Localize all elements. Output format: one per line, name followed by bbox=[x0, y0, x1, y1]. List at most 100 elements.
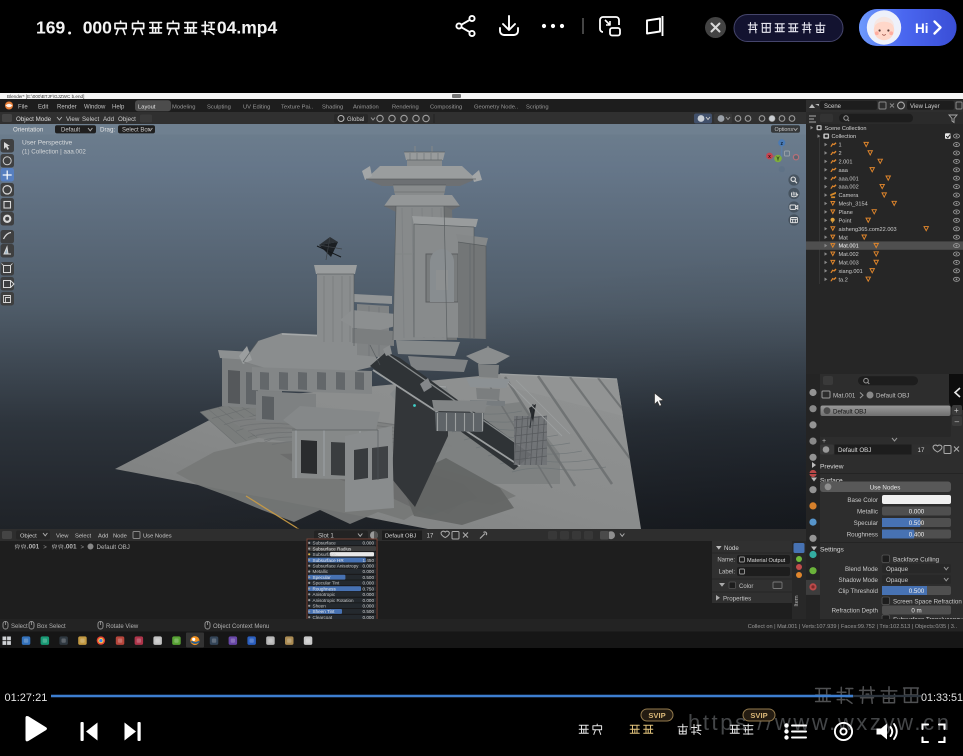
svg-text:01:27:21: 01:27:21 bbox=[5, 692, 48, 704]
svg-text:0.000: 0.000 bbox=[363, 598, 375, 603]
svg-text:0.000: 0.000 bbox=[909, 508, 925, 515]
svg-text:Node: Node bbox=[724, 545, 739, 552]
svg-text:Default OBJ: Default OBJ bbox=[97, 544, 130, 551]
svg-text:>: > bbox=[43, 545, 47, 551]
svg-text:Plane: Plane bbox=[839, 210, 853, 216]
svg-text:Color: Color bbox=[739, 584, 753, 590]
svg-text:Sheen Tint: Sheen Tint bbox=[313, 609, 336, 614]
svg-text:Specular Tint: Specular Tint bbox=[313, 581, 341, 586]
svg-text:Hi: Hi bbox=[915, 21, 929, 36]
svg-text:Drag:: Drag: bbox=[100, 127, 115, 134]
svg-text:View: View bbox=[56, 534, 69, 540]
svg-text:View Layer: View Layer bbox=[910, 104, 940, 110]
svg-text:Opaque: Opaque bbox=[886, 577, 909, 584]
svg-text:View: View bbox=[66, 116, 80, 123]
svg-text:Compositing: Compositing bbox=[430, 104, 462, 110]
svg-text:Mat.002: Mat.002 bbox=[839, 252, 859, 258]
svg-text:Box Select: Box Select bbox=[37, 624, 66, 630]
svg-text:Modeling: Modeling bbox=[172, 104, 196, 110]
svg-text:Opaque: Opaque bbox=[886, 566, 909, 573]
svg-text:Shading: Shading bbox=[322, 104, 343, 110]
svg-text:000: 000 bbox=[83, 17, 112, 37]
svg-text:Refraction Depth: Refraction Depth bbox=[832, 607, 879, 614]
svg-text:Scene Collection: Scene Collection bbox=[825, 126, 867, 132]
svg-text:Select: Select bbox=[75, 534, 92, 540]
svg-text:Rotate View: Rotate View bbox=[106, 624, 139, 630]
svg-text:Mat.001: Mat.001 bbox=[839, 244, 859, 250]
svg-text:Point: Point bbox=[839, 218, 852, 224]
svg-text:Blender* [E:\000\BTJF\GJZWC b.: Blender* [E:\000\BTJF\GJZWC b.end] bbox=[7, 94, 84, 99]
svg-text:Sheen: Sheen bbox=[313, 604, 327, 609]
svg-text:Subsurface HR: Subsurface HR bbox=[313, 558, 345, 563]
svg-text:Window: Window bbox=[84, 104, 106, 110]
svg-text:>: > bbox=[81, 545, 85, 551]
svg-text:Mesh_3154: Mesh_3154 bbox=[839, 202, 868, 208]
svg-text:0.400: 0.400 bbox=[909, 531, 925, 538]
svg-text:Settings: Settings bbox=[820, 547, 845, 554]
svg-text:Mat.003: Mat.003 bbox=[839, 261, 859, 267]
svg-text:Subsurface Radius: Subsurface Radius bbox=[313, 546, 353, 551]
svg-text:ta.2: ta.2 bbox=[839, 277, 848, 283]
svg-text:Roughness: Roughness bbox=[313, 586, 337, 591]
svg-text:Label:: Label: bbox=[719, 570, 736, 576]
svg-text:Orientation: Orientation bbox=[13, 127, 44, 134]
svg-text:Object Mode: Object Mode bbox=[16, 116, 52, 123]
svg-text:0.500: 0.500 bbox=[363, 575, 375, 580]
svg-text:SVIP: SVIP bbox=[750, 711, 767, 720]
svg-text:SVIP: SVIP bbox=[648, 711, 665, 720]
svg-text:Add: Add bbox=[98, 534, 108, 540]
svg-text:+: + bbox=[954, 406, 959, 415]
svg-text:File: File bbox=[18, 104, 28, 110]
svg-text:Camera: Camera bbox=[839, 193, 860, 199]
svg-text:0.000: 0.000 bbox=[363, 592, 375, 597]
svg-text:(1) Collection | aaa.002: (1) Collection | aaa.002 bbox=[22, 149, 86, 156]
svg-text:Rendering: Rendering bbox=[392, 104, 419, 110]
svg-text:aaa.001: aaa.001 bbox=[839, 176, 859, 182]
svg-text:0.500: 0.500 bbox=[909, 588, 925, 595]
svg-text:04.mp4: 04.mp4 bbox=[217, 17, 278, 37]
svg-text:Add: Add bbox=[103, 116, 115, 123]
svg-text:Default OBJ: Default OBJ bbox=[833, 409, 866, 416]
svg-text:0.000: 0.000 bbox=[363, 564, 375, 569]
svg-text:Default OBJ: Default OBJ bbox=[838, 447, 871, 454]
svg-text:Backface Culling: Backface Culling bbox=[893, 556, 940, 563]
svg-text:0 m: 0 m bbox=[911, 607, 921, 614]
svg-text:Default: Default bbox=[61, 128, 80, 134]
svg-text:Properties: Properties bbox=[723, 596, 751, 603]
svg-text:169: 169 bbox=[36, 17, 65, 37]
svg-text:Mat: Mat bbox=[839, 235, 849, 241]
svg-text:Specular: Specular bbox=[313, 575, 332, 580]
svg-text:Screen Space Refraction: Screen Space Refraction bbox=[893, 598, 962, 605]
svg-text:Item: Item bbox=[794, 595, 800, 606]
svg-text:Specular: Specular bbox=[854, 520, 878, 527]
svg-text:UV Editing: UV Editing bbox=[243, 104, 270, 110]
svg-text:+: + bbox=[822, 438, 826, 445]
svg-text:Anisotropic Rotation: Anisotropic Rotation bbox=[313, 598, 355, 603]
svg-text:Scripting: Scripting bbox=[526, 104, 549, 110]
svg-text:0.500: 0.500 bbox=[363, 609, 375, 614]
svg-text:User Perspective: User Perspective bbox=[22, 140, 73, 147]
svg-text:Material Output: Material Output bbox=[747, 558, 786, 564]
svg-text:Y: Y bbox=[776, 157, 780, 163]
svg-text:Subsurface: Subsurface bbox=[313, 541, 337, 546]
svg-text:–: – bbox=[955, 417, 960, 426]
svg-text:Object Context Menu: Object Context Menu bbox=[213, 624, 269, 630]
svg-text:Use Nodes: Use Nodes bbox=[870, 485, 901, 492]
svg-text:Base Color: Base Color bbox=[847, 497, 878, 504]
svg-text:17: 17 bbox=[427, 534, 434, 540]
svg-text:z: z bbox=[781, 141, 784, 147]
svg-text:Global: Global bbox=[347, 117, 364, 123]
svg-text:1.450: 1.450 bbox=[363, 558, 375, 563]
svg-text:https://www.wxzyw.cn: https://www.wxzyw.cn bbox=[688, 710, 952, 735]
svg-text:Render: Render bbox=[57, 104, 77, 110]
svg-text:Object: Object bbox=[118, 116, 136, 123]
svg-text:0.750: 0.750 bbox=[363, 586, 375, 591]
svg-text:Default OBJ: Default OBJ bbox=[876, 393, 909, 400]
svg-text:17: 17 bbox=[918, 447, 925, 454]
svg-text:Shadow Mode: Shadow Mode bbox=[838, 577, 878, 584]
svg-text:1: 1 bbox=[839, 143, 842, 149]
svg-text:.001: .001 bbox=[27, 544, 40, 551]
svg-text:aaa.002: aaa.002 bbox=[839, 185, 859, 191]
svg-text:Options: Options bbox=[775, 127, 794, 133]
svg-text:Geometry Node..: Geometry Node.. bbox=[474, 104, 519, 110]
